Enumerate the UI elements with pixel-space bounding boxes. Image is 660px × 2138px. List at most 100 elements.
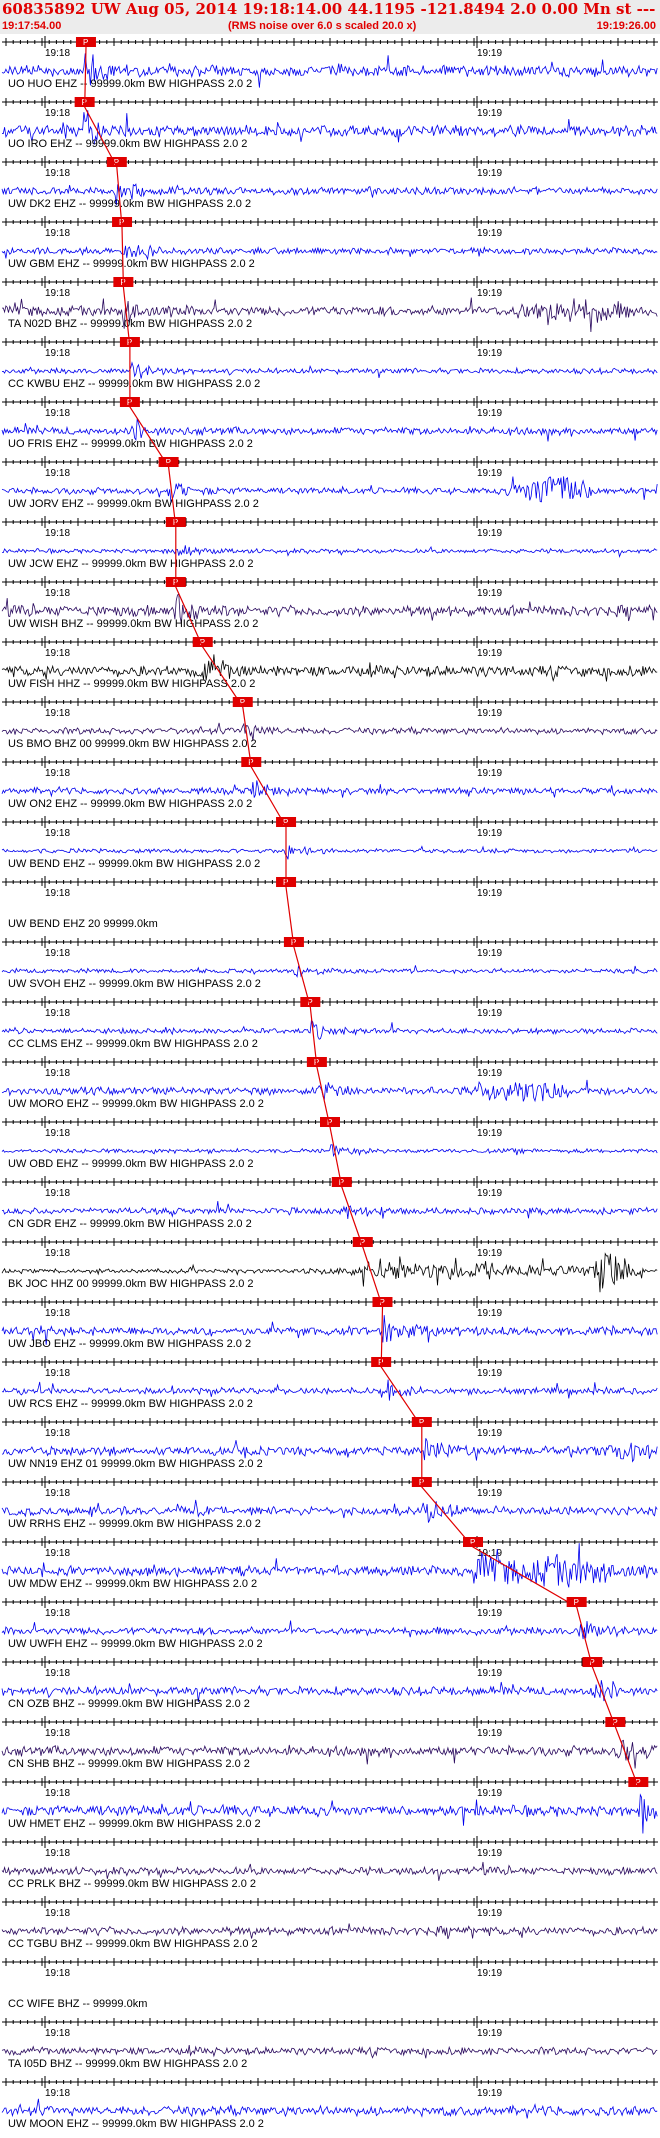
minute-label: 19:19: [477, 108, 502, 119]
waveform-trace: [1, 780, 658, 798]
minute-label: 19:18: [45, 1728, 70, 1739]
pick-label: P: [83, 38, 88, 47]
station-label: UW JORV EHZ -- 99999.0km BW HIGHPASS 2.0…: [8, 498, 259, 510]
waveform-trace: [1, 1144, 658, 1158]
end-time: 19:19:26.00: [596, 20, 656, 32]
waveform-trace: [1, 1019, 658, 1040]
station-label: UW HMET EHZ -- 99999.0km BW HIGHPASS 2.0…: [8, 1818, 261, 1830]
station-label: CC KWBU EHZ -- 99999.0km BW HIGHPASS 2.0…: [8, 378, 260, 390]
station-label: UW RCS EHZ -- 99999.0km BW HIGHPASS 2.0 …: [8, 1398, 253, 1410]
minute-label: 19:19: [477, 948, 502, 959]
station-label: CC PRLK BHZ -- 99999.0km BW HIGHPASS 2.0…: [8, 1878, 256, 1890]
station-label: UW DK2 EHZ -- 99999.0km BW HIGHPASS 2.0 …: [8, 198, 251, 210]
station-label: UW FISH HHZ -- 99999.0km BW HIGHPASS 2.0…: [8, 678, 255, 690]
plot-header: 60835892 UW Aug 05, 2014 19:18:14.00 44.…: [0, 0, 660, 34]
seismogram-traces: 19:18 19:19 UO HUO EHZ -- 99999.0km BW HIG…: [1, 36, 658, 2130]
minute-label: 19:18: [45, 1968, 70, 1979]
minute-label: 19:19: [477, 1728, 502, 1739]
start-time: 19:17:54.00: [2, 20, 62, 32]
minute-label: 19:18: [45, 1788, 70, 1799]
minute-label: 19:19: [477, 1488, 502, 1499]
minute-label: 19:19: [477, 1248, 502, 1259]
minute-label: 19:18: [45, 1128, 70, 1139]
station-label: UW NN19 EHZ 01 99999.0km BW HIGHPASS 2.0…: [8, 1458, 263, 1470]
station-label: UW UWFH EHZ -- 99999.0km BW HIGHPASS 2.0…: [8, 1638, 263, 1650]
minute-label: 19:19: [477, 1788, 502, 1799]
station-label: UW JBO EHZ -- 99999.0km BW HIGHPASS 2.0 …: [8, 1338, 251, 1350]
minute-label: 19:19: [477, 888, 502, 899]
waveform-trace: [1, 1620, 658, 1640]
minute-label: 19:18: [45, 768, 70, 779]
minute-label: 19:18: [45, 1188, 70, 1199]
waveform-trace: [1, 2044, 658, 2059]
pick-label: P: [470, 1538, 475, 1547]
minute-label: 19:18: [45, 228, 70, 239]
minute-label: 19:19: [477, 588, 502, 599]
minute-label: 19:19: [477, 1308, 502, 1319]
minute-label: 19:19: [477, 1848, 502, 1859]
station-label: UW MDW EHZ -- 99999.0km BW HIGHPASS 2.0 …: [8, 1578, 257, 1590]
minute-label: 19:19: [477, 1188, 502, 1199]
station-label: UW SVOH EHZ -- 99999.0km BW HIGHPASS 2.0…: [8, 978, 261, 990]
station-label: UW OBD EHZ -- 99999.0km BW HIGHPASS 2.0 …: [8, 1158, 254, 1170]
minute-label: 19:19: [477, 168, 502, 179]
station-label: TA I05D BHZ -- 99999.0km BW HIGHPASS 2.0…: [8, 2058, 247, 2070]
minute-label: 19:19: [477, 1368, 502, 1379]
minute-label: 19:19: [477, 1428, 502, 1439]
station-label: UW BEND EHZ 20 99999.0km: [8, 918, 158, 930]
minute-label: 19:18: [45, 528, 70, 539]
minute-label: 19:19: [477, 768, 502, 779]
waveform-trace: [1, 1200, 658, 1219]
minute-label: 19:18: [45, 108, 70, 119]
minute-label: 19:18: [45, 648, 70, 659]
station-label: UW JCW EHZ -- 99999.0km BW HIGHPASS 2.0 …: [8, 558, 254, 570]
station-label: UW WISH BHZ -- 99999.0km BW HIGHPASS 2.0…: [8, 618, 258, 630]
minute-label: 19:18: [45, 1908, 70, 1919]
minute-label: 19:18: [45, 1248, 70, 1259]
minute-label: 19:18: [45, 1068, 70, 1079]
minute-label: 19:19: [477, 228, 502, 239]
minute-label: 19:18: [45, 1848, 70, 1859]
station-label: CC WIFE BHZ -- 99999.0km: [8, 1998, 147, 2010]
minute-label: 19:18: [45, 288, 70, 299]
minute-label: 19:19: [477, 2088, 502, 2099]
minute-label: 19:18: [45, 168, 70, 179]
minute-label: 19:18: [45, 1428, 70, 1439]
station-label: TA N02D BHZ -- 99999.0km BW HIGHPASS 2.0…: [8, 318, 252, 330]
station-label: CN GDR EHZ -- 99999.0km BW HIGHPASS 2.0 …: [8, 1218, 252, 1230]
minute-label: 19:18: [45, 1608, 70, 1619]
minute-label: 19:19: [477, 1128, 502, 1139]
minute-label: 19:19: [477, 288, 502, 299]
station-label: UO FRIS EHZ -- 99999.0km BW HIGHPASS 2.0…: [8, 438, 253, 450]
waveform-trace: [1, 965, 658, 978]
event-title: 60835892 UW Aug 05, 2014 19:18:14.00 44.…: [2, 0, 660, 18]
minute-label: 19:18: [45, 708, 70, 719]
minute-label: 19:19: [477, 1608, 502, 1619]
minute-label: 19:18: [45, 1488, 70, 1499]
minute-label: 19:18: [45, 588, 70, 599]
station-label: CN SHB BHZ -- 99999.0km BW HIGHPASS 2.0 …: [8, 1758, 250, 1770]
minute-label: 19:18: [45, 48, 70, 59]
station-label: CN OZB BHZ -- 99999.0km BW HIGHPASS 2.0 …: [8, 1698, 250, 1710]
minute-label: 19:18: [45, 888, 70, 899]
minute-label: 19:19: [477, 528, 502, 539]
minute-label: 19:19: [477, 468, 502, 479]
station-label: UW GBM EHZ -- 99999.0km BW HIGHPASS 2.0 …: [8, 258, 255, 270]
minute-label: 19:19: [477, 1668, 502, 1679]
station-label: UW RRHS EHZ -- 99999.0km BW HIGHPASS 2.0…: [8, 1518, 261, 1530]
minute-label: 19:19: [477, 48, 502, 59]
seismogram-page: 60835892 UW Aug 05, 2014 19:18:14.00 44.…: [0, 0, 660, 2138]
minute-label: 19:18: [45, 468, 70, 479]
waveform-trace: [1, 244, 658, 261]
minute-label: 19:19: [477, 1068, 502, 1079]
station-label: UW MOON EHZ -- 99999.0km BW HIGHPASS 2.0…: [8, 2118, 264, 2130]
minute-label: 19:19: [477, 828, 502, 839]
station-label: US BMO BHZ 00 99999.0km BW HIGHPASS 2.0 …: [8, 738, 257, 750]
station-label: CC CLMS EHZ -- 99999.0km BW HIGHPASS 2.0…: [8, 1038, 258, 1050]
minute-label: 19:18: [45, 1008, 70, 1019]
station-label: CC TGBU BHZ -- 99999.0km BW HIGHPASS 2.0…: [8, 1938, 258, 1950]
minute-label: 19:19: [477, 648, 502, 659]
minute-label: 19:19: [477, 708, 502, 719]
minute-label: 19:18: [45, 2028, 70, 2039]
station-label: UW BEND EHZ -- 99999.0km BW HIGHPASS 2.0…: [8, 858, 260, 870]
